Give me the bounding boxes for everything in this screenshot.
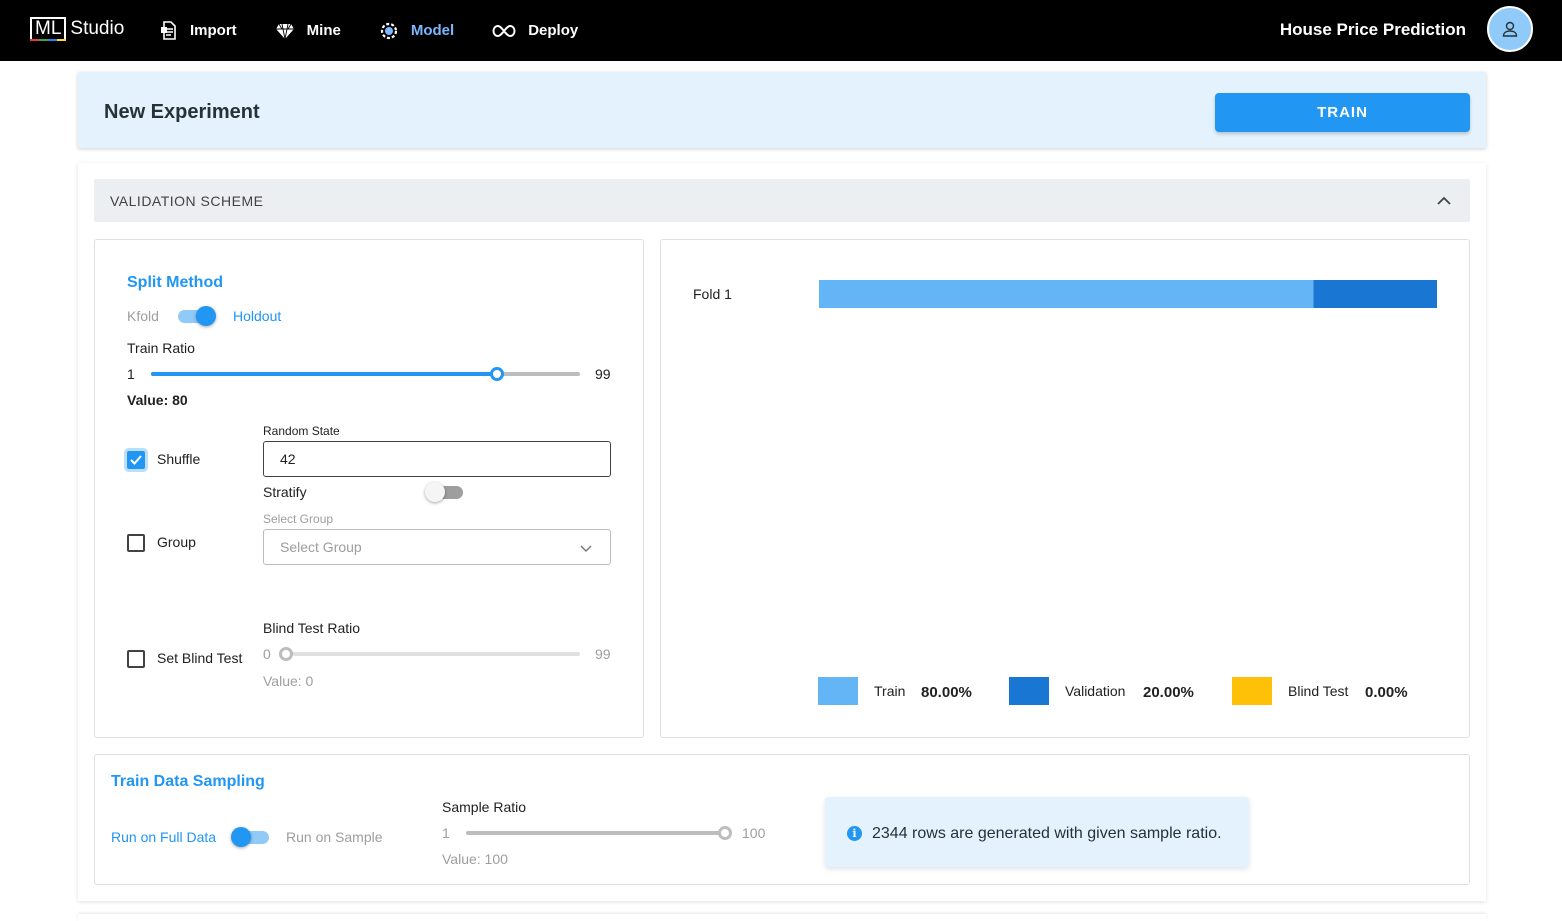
sample-info-text: 2344 rows are generated with given sampl…	[872, 825, 1222, 842]
split-method-toggle[interactable]	[176, 306, 216, 326]
split-method-title: Split Method	[127, 274, 223, 291]
kfold-label[interactable]: Kfold	[127, 308, 159, 324]
top-navbar: ML Studio Import Mine Model Deploy House…	[0, 0, 1562, 61]
nav-item-import[interactable]: Import	[160, 20, 237, 41]
slider-thumb[interactable]	[279, 647, 293, 661]
nav-item-label: Model	[410, 22, 455, 39]
legend-percent: 20.00%	[1143, 684, 1194, 701]
slider-fill	[466, 831, 725, 835]
document-icon	[161, 20, 176, 40]
train-ratio-slider[interactable]	[151, 367, 580, 381]
sample-ratio-max: 100	[742, 825, 766, 841]
legend-swatch	[818, 677, 858, 705]
fold-label: Fold 1	[693, 286, 732, 302]
legend-label: Validation	[1065, 683, 1125, 699]
nav-item-label: Deploy	[528, 22, 579, 39]
sample-info-box: i 2344 rows are generated with given sam…	[825, 797, 1249, 867]
logo-text: Studio	[70, 18, 125, 39]
random-state-label: Random State	[263, 424, 340, 438]
nav-item-mine[interactable]: Mine	[275, 22, 341, 40]
blind-test-max: 99	[595, 646, 611, 662]
train-data-sampling-panel: Train Data Sampling Run on Full Data Run…	[94, 754, 1470, 885]
sampling-title: Train Data Sampling	[111, 773, 265, 790]
group-label: Group	[157, 534, 196, 550]
nav-item-deploy[interactable]: Deploy	[492, 22, 578, 39]
user-icon	[1502, 21, 1518, 37]
next-card-edge	[78, 914, 1486, 921]
shuffle-label: Shuffle	[157, 451, 201, 467]
select-group-label: Select Group	[263, 512, 334, 526]
train-ratio-min: 1	[127, 366, 135, 382]
group-checkbox[interactable]	[127, 534, 145, 552]
blind-test-min: 0	[263, 646, 271, 662]
project-title: House Price Prediction	[1279, 20, 1466, 39]
legend-percent: 0.00%	[1365, 684, 1408, 701]
blind-test-checkbox[interactable]	[127, 650, 145, 668]
full-data-label[interactable]: Run on Full Data	[111, 829, 216, 845]
avatar[interactable]	[1487, 6, 1533, 52]
blind-test-ratio-label: Blind Test Ratio	[263, 620, 361, 636]
experiment-header: New Experiment TRAIN	[78, 72, 1486, 148]
chevron-down-icon	[580, 545, 592, 552]
sample-ratio-slider[interactable]	[466, 826, 732, 840]
validation-scheme-header[interactable]: VALIDATION SCHEME	[94, 179, 1470, 222]
fold-bar-validation	[1313, 280, 1437, 308]
slider-fill	[151, 372, 497, 376]
legend-label: Train	[874, 683, 905, 699]
fold-bar-train	[819, 280, 1314, 308]
diamond-icon	[275, 23, 294, 39]
sampling-toggle[interactable]	[231, 827, 271, 847]
legend-swatch	[1009, 677, 1049, 705]
fold-chart: Fold 1 Train 80.00% Validation 20.00% Blind T…	[693, 280, 1437, 705]
app-logo[interactable]: ML Studio	[30, 16, 124, 42]
holdout-label[interactable]: Holdout	[233, 308, 281, 324]
blind-test-label: Set Blind Test	[157, 650, 243, 666]
sample-label[interactable]: Run on Sample	[286, 829, 383, 845]
page-title: New Experiment	[104, 101, 260, 123]
nav-item-model[interactable]: Model	[379, 21, 454, 41]
nav-item-label: Import	[190, 22, 237, 39]
gear-brain-icon	[380, 22, 397, 39]
split-method-panel: Split Method Kfold Holdout Train Ratio 1…	[94, 239, 644, 738]
train-ratio-label: Train Ratio	[127, 340, 195, 356]
stratify-toggle[interactable]	[425, 482, 465, 502]
logo-box: ML	[30, 17, 67, 41]
blind-test-slider[interactable]	[279, 647, 580, 661]
info-icon: i	[847, 826, 862, 841]
legend-label: Blind Test	[1288, 683, 1349, 699]
legend-swatch	[1232, 677, 1272, 705]
train-ratio-max: 99	[595, 366, 611, 382]
section-title: VALIDATION SCHEME	[110, 193, 264, 209]
check-icon	[130, 455, 142, 465]
nav-item-label: Mine	[306, 22, 341, 39]
sample-ratio-label: Sample Ratio	[442, 799, 527, 815]
fold-chart-panel: Fold 1 Train 80.00% Validation 20.00% Blind T…	[660, 239, 1470, 738]
group-select[interactable]: Select Group	[263, 529, 611, 565]
validation-card: VALIDATION SCHEME Split Method Kfold Hol…	[78, 163, 1486, 901]
slider-thumb[interactable]	[489, 367, 504, 381]
select-placeholder: Select Group	[280, 539, 362, 555]
stratify-label: Stratify	[263, 484, 307, 500]
sample-ratio-min: 1	[442, 825, 450, 841]
infinity-icon	[492, 24, 516, 37]
slider-thumb[interactable]	[718, 826, 732, 840]
blind-test-value: Value: 0	[263, 673, 314, 689]
train-ratio-value: Value: 80	[127, 392, 188, 408]
chevron-up-icon[interactable]	[1436, 193, 1452, 209]
sample-ratio-value: Value: 100	[442, 851, 508, 867]
train-button[interactable]: TRAIN	[1215, 93, 1470, 132]
random-state-input[interactable]: 42	[263, 441, 611, 477]
main-nav: Import Mine Model Deploy	[160, 0, 616, 61]
shuffle-checkbox[interactable]	[127, 451, 145, 469]
legend-percent: 80.00%	[921, 684, 972, 701]
